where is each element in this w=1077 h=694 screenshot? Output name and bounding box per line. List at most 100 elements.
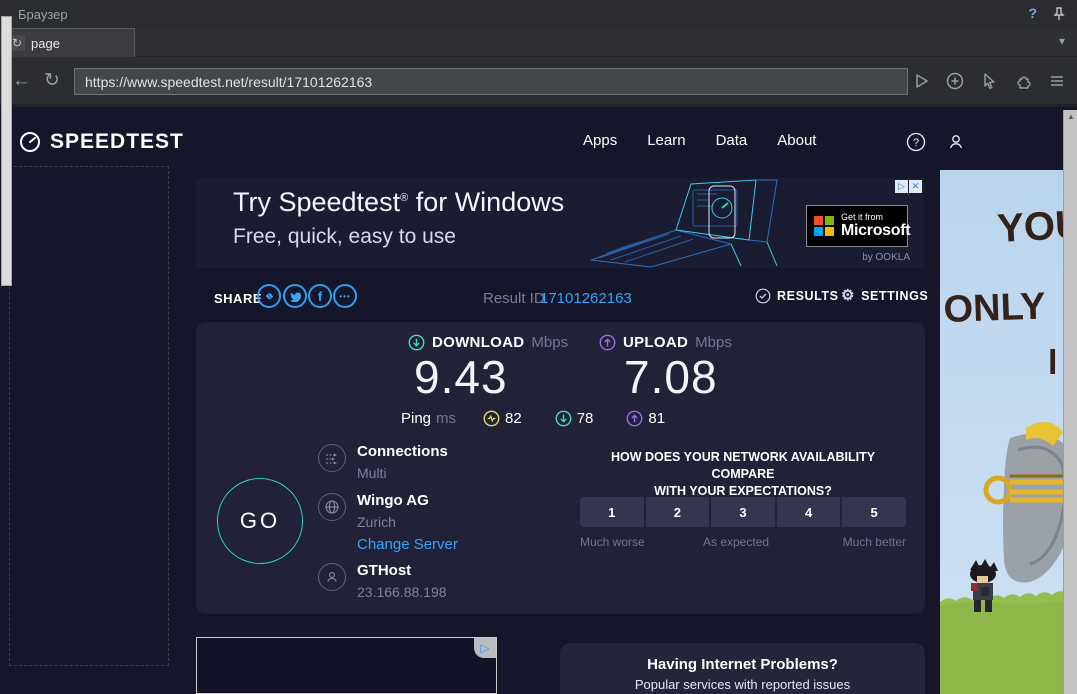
isp-ip: 23.166.88.198 xyxy=(357,584,447,600)
survey-option-2[interactable]: 2 xyxy=(646,497,710,527)
add-icon[interactable] xyxy=(945,71,965,91)
ping-idle-icon xyxy=(483,410,500,427)
ping-unit: ms xyxy=(436,410,456,427)
run-icon[interactable] xyxy=(911,71,931,91)
menu-icon[interactable] xyxy=(1047,71,1067,91)
result-id-label: Result ID xyxy=(483,290,545,307)
ad-close-icon[interactable]: ✕ xyxy=(909,180,922,193)
microsoft-logo-icon xyxy=(814,216,834,236)
download-arrow-icon xyxy=(408,334,425,351)
badge-big-text: Microsoft xyxy=(841,222,910,240)
nav-data[interactable]: Data xyxy=(716,132,748,149)
adchoices-icon[interactable]: ▷ xyxy=(895,180,908,193)
settings-button[interactable]: ⚙ SETTINGS xyxy=(841,288,928,303)
gear-icon: ⚙ xyxy=(841,288,855,303)
empty-ad-slot xyxy=(9,166,169,666)
internet-problems-panel: Having Internet Problems? Popular servic… xyxy=(560,643,925,694)
ad-headline: Try Speedtest® for Windows xyxy=(233,187,564,218)
top-ad-banner[interactable]: Try Speedtest® for Windows Free, quick, … xyxy=(196,178,924,268)
survey-option-3[interactable]: 3 xyxy=(711,497,775,527)
isp-user-icon xyxy=(318,563,346,591)
tab-list-caret-icon[interactable]: ▾ xyxy=(1059,34,1065,48)
speedtest-logo[interactable]: SPEEDTEST xyxy=(18,130,184,154)
ad-text-only: ONLY xyxy=(943,285,1046,331)
ping-row: Ping ms 82 78 81 xyxy=(401,410,693,427)
ad-subline: Free, quick, easy to use xyxy=(233,225,456,249)
ping-download-icon xyxy=(555,410,572,427)
browser-toolbar: ← ↻ xyxy=(0,57,1077,107)
server-name: Wingo AG xyxy=(357,492,429,509)
share-twitter-icon[interactable] xyxy=(283,284,307,308)
download-label: DOWNLOADMbps xyxy=(408,334,568,351)
problems-subtitle: Popular services with reported issues xyxy=(560,677,925,692)
download-value: 9.43 xyxy=(414,350,508,404)
scrollbar-thumb[interactable] xyxy=(1,16,12,286)
server-location: Zurich xyxy=(357,514,396,530)
share-link-icon[interactable] xyxy=(257,284,281,308)
ookla-byline: by OOKLA xyxy=(862,252,910,263)
share-more-icon[interactable]: ••• xyxy=(333,284,357,308)
problems-title: Having Internet Problems? xyxy=(560,656,925,673)
scroll-up-arrow[interactable]: ▲ xyxy=(1064,112,1077,121)
back-button[interactable]: ← xyxy=(12,71,31,90)
connections-icon xyxy=(318,444,346,472)
bottom-ad-frame[interactable]: ▷ xyxy=(196,637,497,694)
server-globe-icon xyxy=(318,493,346,521)
nav-about[interactable]: About xyxy=(777,132,816,149)
logo-text: SPEEDTEST xyxy=(50,130,184,154)
survey-question: HOW DOES YOUR NETWORK AVAILABILITY COMPA… xyxy=(580,449,906,500)
side-ad[interactable]: YOU ONLY l xyxy=(940,170,1063,694)
page-scrollbar[interactable]: ▲ xyxy=(1063,110,1077,694)
laptop-illustration xyxy=(581,178,811,268)
nav-learn[interactable]: Learn xyxy=(647,132,685,149)
microsoft-store-badge[interactable]: Get it from Microsoft xyxy=(806,205,908,247)
user-icon[interactable] xyxy=(946,132,966,157)
upload-value: 7.08 xyxy=(624,350,718,404)
tab-strip: ↻ page ▾ xyxy=(0,28,1077,57)
reload-button[interactable]: ↻ xyxy=(44,71,60,90)
upload-arrow-icon xyxy=(599,334,616,351)
tab-label: page xyxy=(31,36,60,51)
nav-apps[interactable]: Apps xyxy=(583,132,617,149)
browser-tab[interactable]: ↻ page xyxy=(2,28,135,57)
isp-name: GTHost xyxy=(357,562,411,579)
window-title: Браузер xyxy=(18,7,68,22)
survey-option-1[interactable]: 1 xyxy=(580,497,644,527)
svg-text:?: ? xyxy=(913,137,919,149)
url-input[interactable] xyxy=(74,68,908,95)
ping-upload-value: 81 xyxy=(648,410,665,427)
ping-idle-value: 82 xyxy=(505,410,522,427)
connections-value: Multi xyxy=(357,465,387,481)
gauge-icon xyxy=(18,130,42,154)
scale-label-worse: Much worse xyxy=(580,535,645,549)
results-button[interactable]: RESULTS xyxy=(755,288,839,304)
pin-icon[interactable] xyxy=(1053,7,1065,26)
survey-option-4[interactable]: 4 xyxy=(777,497,841,527)
change-server-link[interactable]: Change Server xyxy=(357,536,458,553)
help-icon[interactable]: ? xyxy=(1028,5,1037,21)
share-facebook-icon[interactable]: f xyxy=(308,284,332,308)
cursor-icon[interactable] xyxy=(979,71,999,91)
survey-option-5[interactable]: 5 xyxy=(842,497,906,527)
browser-titlebar: Браузер ? xyxy=(0,0,1077,28)
go-button[interactable]: GO xyxy=(217,478,303,564)
check-circle-icon xyxy=(755,288,771,304)
badge-small-text: Get it from xyxy=(841,212,910,222)
toolbar-icons xyxy=(911,71,1067,91)
ping-upload-icon xyxy=(626,410,643,427)
ad-text-you: YOU xyxy=(996,203,1063,251)
site-nav: Apps Learn Data About xyxy=(583,132,816,149)
ad-text-partial: l xyxy=(1048,344,1057,382)
results-card: DOWNLOADMbps 9.43 UPLOADMbps 7.08 Ping m… xyxy=(196,322,925,614)
extensions-icon[interactable] xyxy=(1013,71,1033,91)
site-help-icon[interactable]: ? xyxy=(906,132,926,157)
upload-label: UPLOADMbps xyxy=(599,334,732,351)
connections-title: Connections xyxy=(357,443,448,460)
ping-download-value: 78 xyxy=(577,410,594,427)
ping-label: Ping xyxy=(401,410,431,427)
result-id-value: 17101262163 xyxy=(540,290,632,307)
scale-label-better: Much better xyxy=(843,535,906,549)
adchoices-icon[interactable]: ▷ xyxy=(474,638,496,658)
speedtest-page: SPEEDTEST Apps Learn Data About ? Try Sp… xyxy=(0,110,1063,694)
scale-label-expected: As expected xyxy=(703,535,769,549)
